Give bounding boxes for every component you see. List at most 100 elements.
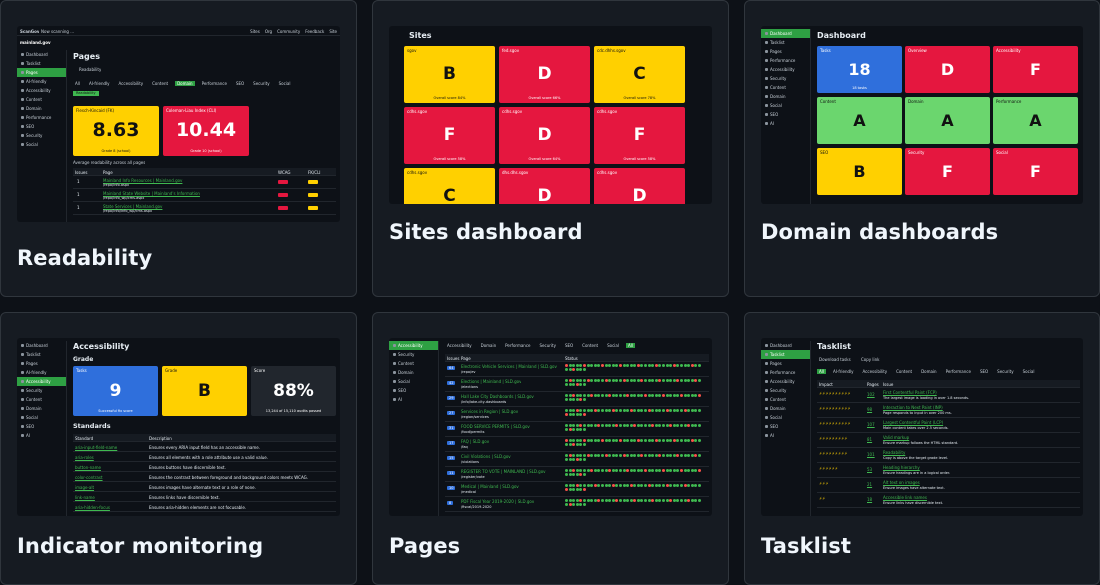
table-row[interactable]: ⚡⚡⚡⚡⚡⚡⚡⚡⚡ 101 Readability Copy is above the…: [817, 448, 1080, 463]
sidebar-item[interactable]: Social: [17, 413, 66, 422]
tab[interactable]: Performance: [944, 369, 973, 374]
table-row[interactable]: 42 Elections | Mainland | SLD.gov/electio…: [445, 377, 709, 392]
issue-link[interactable]: First Contentful Paint (FCP): [883, 390, 937, 395]
grade-tile[interactable]: Security F: [905, 148, 990, 195]
grade-tile[interactable]: Performance A: [993, 97, 1078, 144]
table-row[interactable]: 1 State Services | Mainland.gov/repo/info…: [73, 203, 336, 215]
standard-link[interactable]: aria-hidden-focus: [75, 505, 110, 510]
tab[interactable]: Social: [1021, 369, 1037, 374]
tab[interactable]: All: [817, 369, 826, 374]
sidebar-item[interactable]: SEO: [17, 122, 66, 131]
table-row[interactable]: ⚡⚡⚡⚡⚡⚡⚡⚡⚡⚡ 98 Interaction to Next Paint (I…: [817, 403, 1080, 418]
standard-link[interactable]: button-name: [75, 465, 101, 470]
tab[interactable]: Accessibility: [445, 343, 474, 348]
tab[interactable]: Security: [995, 369, 1015, 374]
sidebar-item[interactable]: Pages: [761, 47, 810, 56]
sidebar-item[interactable]: Dashboard: [17, 341, 66, 350]
grade-tile[interactable]: Overview D: [905, 46, 990, 93]
grade-tile[interactable]: Score 88% 13,244 of 15,110 audits passed: [251, 366, 336, 416]
table-row[interactable]: 1 Mainland State Website | Mainland's Inf…: [73, 190, 336, 202]
tab[interactable]: Domain: [919, 369, 939, 374]
sidebar-item[interactable]: Accessibility: [17, 86, 66, 95]
sidebar-item[interactable]: Domain: [17, 404, 66, 413]
sidebar-item[interactable]: Domain: [761, 404, 810, 413]
sidebar-item[interactable]: Pages: [761, 359, 810, 368]
tab[interactable]: Domain: [175, 81, 195, 86]
grade-tile[interactable]: Tasks 9 Successful fix score: [73, 366, 158, 416]
page-link[interactable]: FOOD SERVICE PERMITS | SLD.gov: [461, 424, 530, 429]
page-link[interactable]: Services in Region | SLD.gov: [461, 409, 518, 414]
sidebar-item[interactable]: Social: [761, 413, 810, 422]
sidebar-item[interactable]: Security: [389, 350, 438, 359]
nav-link[interactable]: Feedback: [305, 29, 324, 34]
sidebar-item[interactable]: AI: [17, 431, 66, 440]
sidebar-item[interactable]: Dashboard: [761, 29, 810, 38]
tab[interactable]: Security: [538, 343, 558, 348]
grade-tile[interactable]: cdhs.sgov D: [594, 168, 685, 204]
sidebar-item[interactable]: Domain: [761, 92, 810, 101]
grade-tile[interactable]: Social F: [993, 148, 1078, 195]
sidebar-item[interactable]: Tasklist: [761, 38, 810, 47]
nav-link[interactable]: Site: [329, 29, 337, 34]
sidebar-item[interactable]: Performance: [761, 56, 810, 65]
sidebar-item[interactable]: Tasklist: [761, 350, 810, 359]
pages-count[interactable]: 53: [867, 467, 872, 472]
table-row[interactable]: ⚡⚡ 18 Accessible link names Ensure links ha…: [817, 493, 1080, 508]
tab[interactable]: Social: [277, 81, 293, 86]
page-link[interactable]: REGISTER TO VOTE | MAINLAND | SLD.gov: [461, 469, 546, 474]
table-row[interactable]: aria-roles Ensures all elements with a ro…: [73, 452, 336, 462]
sidebar-item[interactable]: Performance: [761, 368, 810, 377]
issue-link[interactable]: Interaction to Next Paint (INP): [883, 405, 943, 410]
tab[interactable]: Domain: [479, 343, 499, 348]
sub-link[interactable]: Readability: [79, 67, 101, 72]
standard-link[interactable]: color-contrast: [75, 475, 103, 480]
table-row[interactable]: color-contrast Ensures the contrast betwe…: [73, 472, 336, 482]
sidebar-item[interactable]: Content: [761, 83, 810, 92]
sidebar-item[interactable]: Performance: [17, 113, 66, 122]
sidebar-item[interactable]: Pages: [17, 359, 66, 368]
nav-link[interactable]: Community: [277, 29, 300, 34]
grade-tile[interactable]: cdhs.sgov D Overall score 64%: [499, 107, 590, 164]
issue-link[interactable]: Largest Contentful Paint (LCP): [883, 420, 943, 425]
sidebar-item[interactable]: Content: [761, 395, 810, 404]
card-indicator-monitoring[interactable]: Dashboard Tasklist Pages AI-friendly Accessi…: [0, 312, 357, 585]
issue-link[interactable]: Alt text on images: [883, 480, 920, 485]
page-link[interactable]: Civil Violations | SLD.gov: [461, 454, 511, 459]
sidebar-item[interactable]: Accessibility: [389, 341, 438, 350]
pages-count[interactable]: 102: [867, 392, 875, 397]
sidebar-item[interactable]: Content: [389, 359, 438, 368]
standard-link[interactable]: aria-roles: [75, 455, 94, 460]
sidebar-item[interactable]: Security: [761, 74, 810, 83]
sidebar-item[interactable]: Accessibility: [17, 377, 66, 386]
sidebar-item[interactable]: Pages: [17, 68, 66, 77]
sidebar-item[interactable]: Tasklist: [17, 59, 66, 68]
sidebar-item[interactable]: AI: [389, 395, 438, 404]
table-row[interactable]: 64 Electronic Vehicle Services | Mainland…: [445, 362, 709, 377]
tab[interactable]: SEO: [234, 81, 246, 86]
grade-tile[interactable]: dhs.dhs.sgov D: [499, 168, 590, 204]
sidebar-item[interactable]: Social: [761, 101, 810, 110]
tab[interactable]: Accessibility: [117, 81, 146, 86]
page-link[interactable]: Medical | Mainland | SLD.gov: [461, 484, 519, 489]
pages-count[interactable]: 101: [867, 452, 875, 457]
card-sites-dashboard[interactable]: Sites sgov B Overall score 84% fed.sgov D Ove…: [372, 0, 729, 297]
tab[interactable]: Content: [894, 369, 914, 374]
grade-tile[interactable]: Domain A: [905, 97, 990, 144]
page-link[interactable]: Electronic Vehicle Services | Mainland |…: [461, 364, 557, 369]
tab[interactable]: All: [73, 81, 82, 86]
sidebar-item[interactable]: Security: [17, 386, 66, 395]
grade-tile[interactable]: Grade B: [162, 366, 247, 416]
sidebar-item[interactable]: Security: [761, 386, 810, 395]
sidebar-item[interactable]: Content: [17, 395, 66, 404]
tab[interactable]: Content: [580, 343, 600, 348]
table-row[interactable]: ⚡⚡⚡ 21 Alt text on images Ensure images hav…: [817, 478, 1080, 493]
table-row[interactable]: 31 FOOD SERVICE PERMITS | SLD.gov/food/pe…: [445, 422, 709, 437]
standard-link[interactable]: image-alt: [75, 485, 94, 490]
grade-tile[interactable]: SEO B: [817, 148, 902, 195]
sidebar-item[interactable]: AI-friendly: [17, 368, 66, 377]
table-row[interactable]: ⚡⚡⚡⚡⚡⚡⚡⚡⚡⚡ 102 First Contentful Paint (FCP…: [817, 388, 1080, 403]
table-row[interactable]: 15 Civil Violations | SLD.gov/violations: [445, 452, 709, 467]
download-tasks-button[interactable]: Download tasks: [819, 357, 851, 362]
sidebar-item[interactable]: AI: [761, 119, 810, 128]
tab[interactable]: SEO: [563, 343, 575, 348]
